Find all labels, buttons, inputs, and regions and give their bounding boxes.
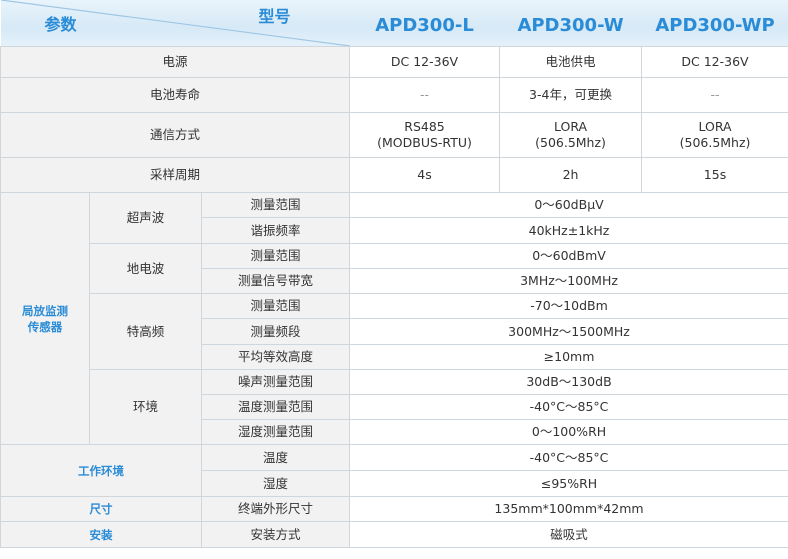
sensor-group-label: 超声波 <box>89 192 202 244</box>
sensor-section-label: 局放监测 传感器 <box>0 192 90 445</box>
cell-value: LORA (506.5Mhz) <box>499 112 643 158</box>
table-row: 电池寿命 -- 3-4年，可更换 -- <box>0 77 788 113</box>
param-label: 安装方式 <box>200 521 351 548</box>
cell-value: 300MHz～1500MHz <box>349 318 788 345</box>
cell-value: ≤95%RH <box>349 470 788 497</box>
model-header-wp: APD300-WP <box>641 0 788 47</box>
sensor-group-label: 地电波 <box>89 243 202 294</box>
cell-value: 电池供电 <box>499 46 643 78</box>
param-label: 平均等效高度 <box>200 344 351 370</box>
table-row: 通信方式 RS485 (MODBUS-RTU) LORA (506.5Mhz) … <box>0 112 788 158</box>
spec-table: 参数 型号 APD300-L APD300-W APD300-WP 电源 DC … <box>0 0 788 548</box>
param-label: 测量信号带宽 <box>200 268 351 294</box>
param-label: 谐振频率 <box>200 217 351 244</box>
model-label: 型号 <box>258 7 291 26</box>
cell-value: DC 12-36V <box>349 46 501 78</box>
table-row: 电源 DC 12-36V 电池供电 DC 12-36V <box>0 46 788 78</box>
cell-value: -40°C～85°C <box>349 444 788 471</box>
table-row: 地电波 测量范围 0～60dBmV <box>1 243 788 294</box>
cell-line: RS485 <box>404 119 445 134</box>
table-row: 尺寸 终端外形尺寸 135mm*100mm*42mm <box>0 496 788 522</box>
cell-line: (MODBUS-RTU) <box>377 135 472 150</box>
param-label: 参数 <box>44 15 77 34</box>
cell-value: 4s <box>349 157 501 193</box>
sensor-label-line: 局放监测 <box>22 303 68 318</box>
param-label: 测量范围 <box>200 192 351 218</box>
cell-value: 15s <box>641 157 788 193</box>
install-section-label: 安装 <box>0 521 202 548</box>
cell-line: (506.5Mhz) <box>535 135 606 150</box>
cell-line: LORA <box>698 119 732 134</box>
cell-value: LORA (506.5Mhz) <box>641 112 788 158</box>
table-row: 特高频 测量范围 -70～10dBm <box>1 293 788 370</box>
row-label: 电源 <box>0 46 351 78</box>
param-label: 噪声测量范围 <box>200 369 351 395</box>
table-row: 工作环境 温度 -40°C～85°C <box>0 444 788 497</box>
cell-value: 135mm*100mm*42mm <box>349 496 788 522</box>
header-corner-cell: 参数 型号 <box>0 0 350 47</box>
cell-value: -40°C～85°C <box>349 394 788 420</box>
param-label: 湿度 <box>200 470 351 497</box>
param-label: 测量频段 <box>200 318 351 345</box>
model-header-w: APD300-W <box>499 0 642 47</box>
header-row: 参数 型号 APD300-L APD300-W APD300-WP <box>0 0 788 47</box>
table-row: 局放监测 传感器 超声波 测量范围 0～60dBμV <box>0 192 788 445</box>
sensor-group-label: 环境 <box>89 369 202 445</box>
cell-value: 40kHz±1kHz <box>349 217 788 244</box>
sensor-group-label: 特高频 <box>89 293 202 370</box>
sensor-label-line: 传感器 <box>27 319 63 334</box>
cell-value: 3MHz～100MHz <box>349 268 788 294</box>
cell-value: DC 12-36V <box>641 46 788 78</box>
table-row: 安装 安装方式 磁吸式 <box>0 521 788 548</box>
cell-value: 30dB～130dB <box>349 369 788 395</box>
row-label: 通信方式 <box>0 112 351 158</box>
cell-value: 0～100%RH <box>349 419 788 445</box>
param-label: 湿度测量范围 <box>200 419 351 445</box>
cell-value: -- <box>641 77 788 113</box>
spec-sheet: 参数 型号 APD300-L APD300-W APD300-WP 电源 DC … <box>0 0 788 559</box>
param-label: 温度测量范围 <box>200 394 351 420</box>
param-label: 测量范围 <box>200 243 351 269</box>
table-row: 采样周期 4s 2h 15s <box>0 157 788 193</box>
cell-value: 2h <box>499 157 643 193</box>
cell-line: (506.5Mhz) <box>679 135 751 150</box>
row-label: 电池寿命 <box>0 77 351 113</box>
cell-line: LORA <box>553 119 588 134</box>
param-label: 温度 <box>200 444 351 471</box>
param-label: 终端外形尺寸 <box>200 496 351 522</box>
row-label: 采样周期 <box>0 157 351 193</box>
param-label: 测量范围 <box>200 293 351 319</box>
table-row: 环境 噪声测量范围 30dB～130dB <box>1 369 788 445</box>
cell-value: RS485 (MODBUS-RTU) <box>349 112 501 158</box>
cell-value: 磁吸式 <box>349 521 788 548</box>
cell-value: -- <box>349 77 501 113</box>
size-section-label: 尺寸 <box>0 496 202 522</box>
cell-value: ≥10mm <box>349 344 788 370</box>
model-header-l: APD300-L <box>349 0 500 47</box>
cell-value: 0～60dBmV <box>349 243 788 269</box>
cell-value: 3-4年，可更换 <box>499 77 643 113</box>
env-section-label: 工作环境 <box>0 444 202 497</box>
cell-value: 0～60dBμV <box>349 192 788 218</box>
cell-value: -70～10dBm <box>349 293 788 319</box>
